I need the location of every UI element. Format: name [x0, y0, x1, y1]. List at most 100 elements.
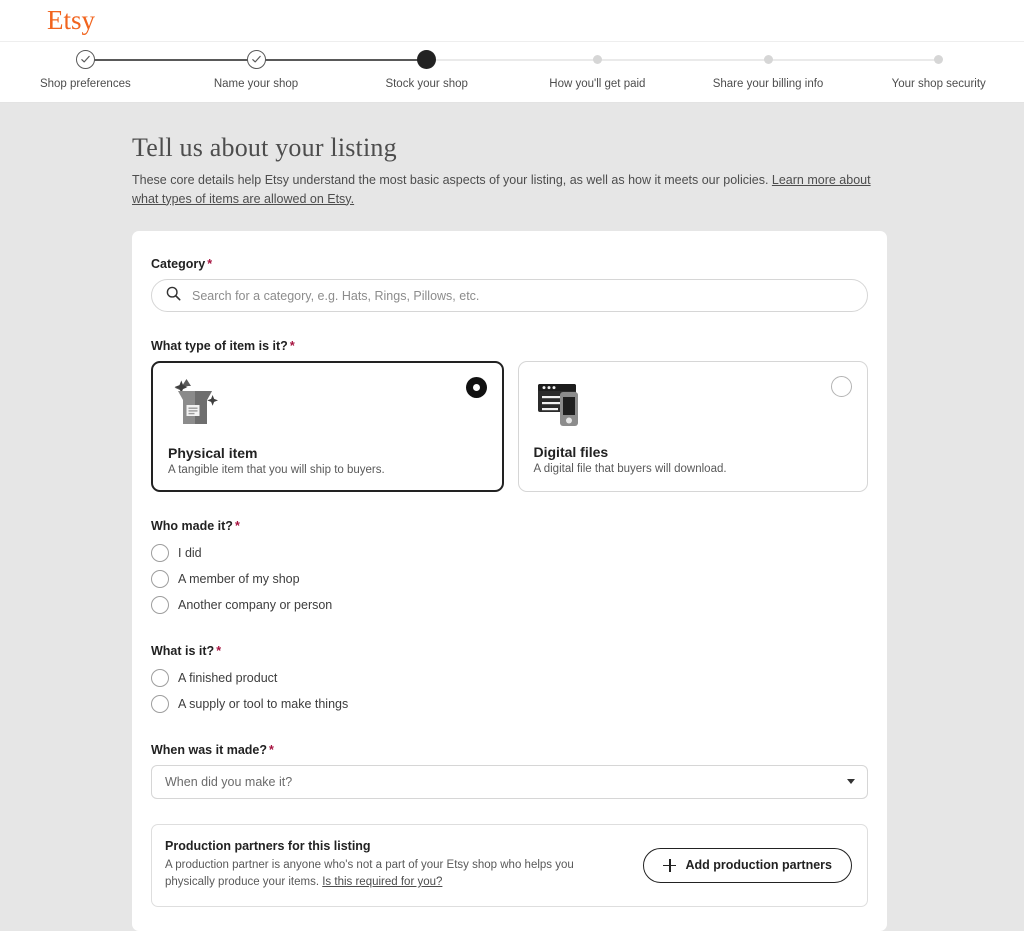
- page-description: These core details help Etsy understand …: [132, 171, 892, 208]
- stepper-marker: [246, 50, 266, 69]
- stepper-step-how-youll-get-paid[interactable]: How you'll get paid: [512, 42, 683, 102]
- radio-empty-icon: [151, 695, 169, 713]
- stepper-connector-right: [256, 59, 342, 61]
- who-made-it-label-text: Who made it?: [151, 519, 233, 533]
- when-made-label-text: When was it made?: [151, 743, 267, 757]
- category-search-field[interactable]: [151, 279, 868, 312]
- stepper-connector-right: [597, 59, 683, 61]
- production-partners-title: Production partners for this listing: [165, 839, 371, 853]
- stepper-connector-right: [426, 59, 513, 61]
- what-is-it-group: What is it? * A finished product A supply…: [151, 644, 868, 716]
- chevron-down-icon: [847, 779, 855, 784]
- page-description-text: These core details help Etsy understand …: [132, 173, 772, 187]
- item-type-subtitle: A digital file that buyers will download…: [533, 463, 727, 475]
- required-asterisk: *: [269, 743, 274, 757]
- content-container: Tell us about your listing These core de…: [132, 103, 892, 931]
- stepper-label: How you'll get paid: [549, 78, 646, 90]
- category-label-text: Category: [151, 257, 206, 271]
- when-made-label: When was it made? *: [151, 743, 868, 757]
- is-this-required-link[interactable]: Is this required for you?: [322, 876, 442, 888]
- radio-option-label: A member of my shop: [178, 572, 300, 586]
- radio-option-member-of-my-shop[interactable]: A member of my shop: [151, 567, 868, 591]
- radio-empty-icon: [151, 669, 169, 687]
- radio-filled-icon: [465, 377, 487, 398]
- radio-option-label: I did: [178, 546, 202, 560]
- browser-phone-icon: [534, 376, 853, 432]
- when-made-select[interactable]: When did you make it?: [151, 765, 868, 799]
- radio-option-finished-product[interactable]: A finished product: [151, 666, 868, 690]
- required-asterisk: *: [207, 257, 213, 271]
- stepper-marker: [929, 50, 948, 69]
- etsy-logo[interactable]: Etsy: [47, 7, 95, 34]
- radio-empty-icon: [151, 544, 169, 562]
- stepper-step-share-your-billing-info[interactable]: Share your billing info: [682, 42, 854, 102]
- stepper-label: Share your billing info: [712, 78, 824, 90]
- search-icon: [166, 286, 181, 306]
- stepper-step-your-shop-security[interactable]: Your shop security: [853, 42, 1024, 102]
- required-asterisk: *: [216, 644, 222, 658]
- production-partners-text: Production partners for this listing A p…: [165, 839, 627, 891]
- stepper-marker: [75, 50, 95, 69]
- stepper-step-shop-preferences[interactable]: Shop preferences: [0, 42, 171, 102]
- radio-option-label: A finished product: [178, 671, 278, 685]
- item-type-option-physical[interactable]: Physical item A tangible item that you w…: [151, 361, 504, 492]
- item-type-subtitle: A tangible item that you will ship to bu…: [168, 464, 385, 476]
- stepper-label: Shop preferences: [39, 78, 131, 90]
- stepper-connector-left: [853, 59, 939, 61]
- stepper-connector-left: [341, 59, 427, 61]
- pending-step-dot-icon: [592, 55, 602, 64]
- add-production-partners-button[interactable]: Add production partners: [643, 847, 852, 883]
- when-made-select-wrapper: When did you make it?: [151, 765, 868, 799]
- box-sparkle-icon: [168, 377, 487, 433]
- radio-selected-indicator[interactable]: [465, 377, 487, 398]
- radio-option-i-did[interactable]: I did: [151, 541, 868, 565]
- item-type-label-text: What type of item is it?: [151, 339, 288, 353]
- stepper-connector-left: [170, 59, 257, 61]
- stepper-step-name-your-shop[interactable]: Name your shop: [170, 42, 342, 102]
- production-partners-description: A production partner is anyone who's not…: [165, 857, 580, 891]
- item-type-option-digital[interactable]: Digital files A digital file that buyers…: [517, 361, 868, 492]
- listing-details-card: Category* What type of item is it?*: [132, 231, 887, 931]
- stepper-connector-right: [768, 59, 854, 61]
- stepper-label: Your shop security: [891, 78, 986, 90]
- check-circle-icon: [246, 50, 266, 69]
- radio-option-label: Another company or person: [178, 598, 333, 612]
- stepper-connector-left: [512, 59, 598, 61]
- stepper-marker: [588, 50, 607, 69]
- radio-option-another-company-or-person[interactable]: Another company or person: [151, 593, 868, 617]
- who-made-it-group: Who made it? * I did A member of my shop …: [151, 519, 868, 617]
- stepper-label: Name your shop: [213, 78, 299, 90]
- when-made-group: When was it made? * When did you make it?: [151, 743, 868, 799]
- plus-icon: [663, 858, 677, 872]
- item-type-options: Physical item A tangible item that you w…: [151, 361, 868, 492]
- stepper-label: Stock your shop: [385, 78, 468, 90]
- radio-empty-icon: [151, 596, 169, 614]
- item-type-group: What type of item is it? * Physical item…: [151, 339, 868, 492]
- add-production-partners-label: Add production partners: [685, 858, 832, 872]
- required-asterisk: *: [234, 519, 240, 533]
- page-body: Tell us about your listing These core de…: [0, 103, 1024, 931]
- category-search-input[interactable]: [190, 287, 853, 304]
- stepper-marker: [417, 50, 437, 69]
- radio-option-label: A supply or tool to make things: [178, 697, 349, 711]
- radio-option-supply-or-tool[interactable]: A supply or tool to make things: [151, 692, 868, 716]
- item-type-title: Physical item: [168, 445, 258, 461]
- item-type-title: Digital files: [533, 444, 609, 460]
- required-asterisk: *: [289, 339, 295, 353]
- site-header: Etsy: [0, 0, 1024, 42]
- page-title: Tell us about your listing: [132, 133, 397, 162]
- pending-step-dot-icon: [934, 55, 944, 64]
- active-step-dot-icon: [417, 50, 437, 69]
- item-type-label: What type of item is it? *: [151, 339, 868, 353]
- stepper-step-stock-your-shop[interactable]: Stock your shop: [341, 42, 513, 102]
- what-is-it-label-text: What is it?: [151, 644, 215, 658]
- onboarding-stepper: Shop preferences Name your shop Stock yo…: [0, 42, 1024, 103]
- radio-empty-icon: [151, 570, 169, 588]
- stepper-marker: [759, 50, 778, 69]
- stepper-steps: Shop preferences Name your shop Stock yo…: [0, 42, 1024, 102]
- pending-step-dot-icon: [763, 55, 773, 64]
- category-label: Category *: [151, 257, 868, 271]
- who-made-it-label: Who made it? *: [151, 519, 868, 533]
- stepper-connector-left: [682, 59, 769, 61]
- radio-unselected-indicator[interactable]: [831, 376, 852, 397]
